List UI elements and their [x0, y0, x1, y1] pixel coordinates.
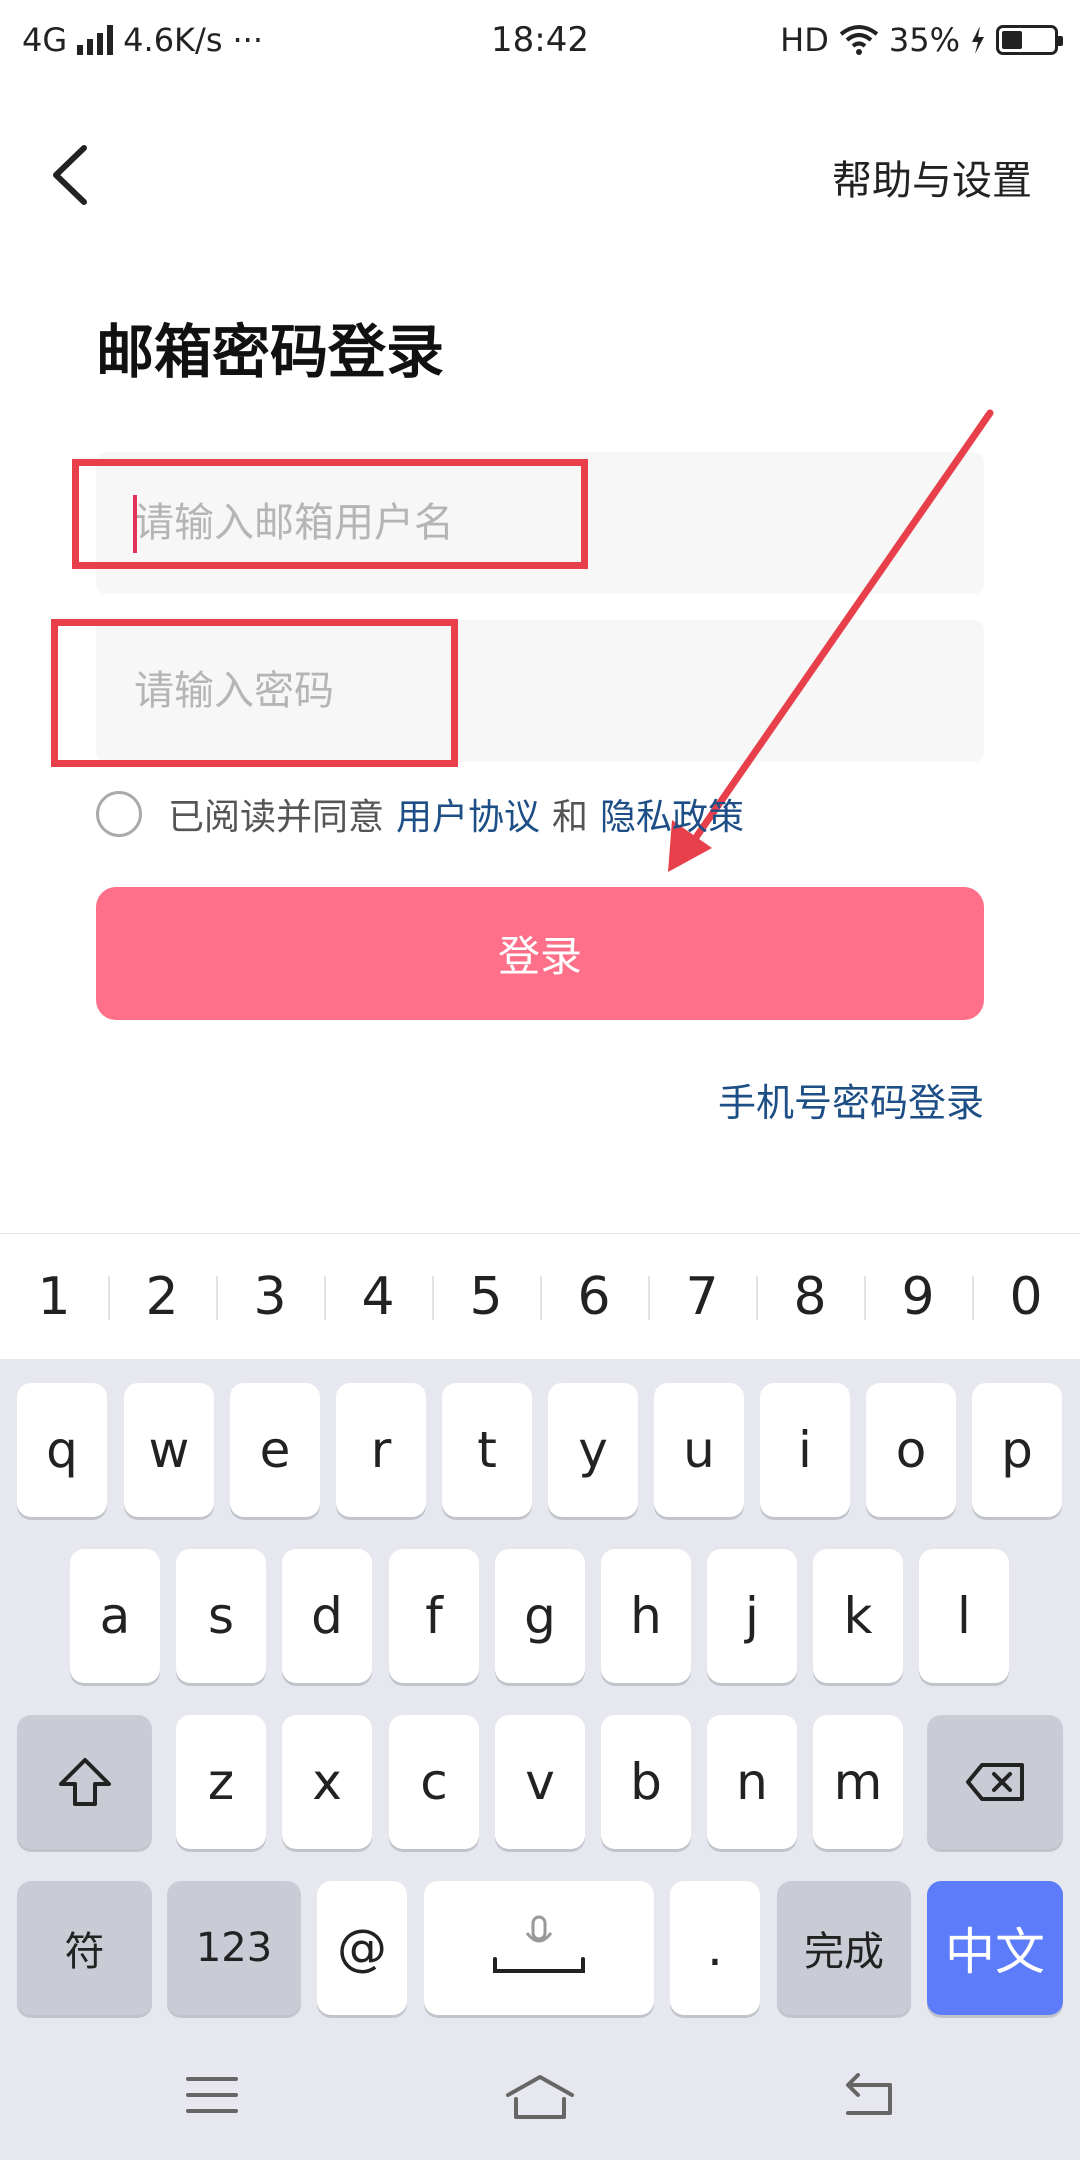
email-input[interactable] — [134, 500, 984, 546]
password-field-container[interactable] — [96, 620, 984, 762]
key-7[interactable]: 7 — [648, 1234, 756, 1359]
page-title: 邮箱密码登录 — [96, 318, 445, 386]
numbers-key[interactable]: 123 — [167, 1881, 301, 2015]
key-6[interactable]: 6 — [540, 1234, 648, 1359]
home-icon[interactable] — [504, 2073, 576, 2121]
key-y[interactable]: y — [548, 1383, 638, 1517]
key-3[interactable]: 3 — [216, 1234, 324, 1359]
key-p[interactable]: p — [972, 1383, 1062, 1517]
phone-password-login-link[interactable]: 手机号密码登录 — [718, 1072, 984, 1127]
network-speed: 4.6K/s — [123, 21, 223, 59]
key-q[interactable]: q — [17, 1383, 107, 1517]
at-key[interactable]: @ — [317, 1881, 407, 2015]
key-5[interactable]: 5 — [432, 1234, 540, 1359]
help-settings-link[interactable]: 帮助与设置 — [832, 148, 1032, 206]
menu-icon[interactable] — [184, 2073, 240, 2117]
symbols-key[interactable]: 符 — [17, 1881, 152, 2015]
signal-icon — [77, 25, 114, 55]
email-field-container[interactable] — [96, 452, 984, 594]
key-b[interactable]: b — [601, 1715, 691, 1849]
battery-percent: 35% — [888, 21, 960, 59]
key-j[interactable]: j — [707, 1549, 797, 1683]
wifi-icon — [839, 25, 879, 55]
key-o[interactable]: o — [866, 1383, 956, 1517]
space-key[interactable] — [424, 1881, 654, 2015]
key-u[interactable]: u — [654, 1383, 744, 1517]
key-2[interactable]: 2 — [108, 1234, 216, 1359]
key-i[interactable]: i — [760, 1383, 850, 1517]
key-c[interactable]: c — [389, 1715, 479, 1849]
key-a[interactable]: a — [70, 1549, 160, 1683]
login-button[interactable]: 登录 — [96, 887, 984, 1020]
key-s[interactable]: s — [176, 1549, 266, 1683]
shift-key[interactable] — [17, 1715, 152, 1849]
key-0[interactable]: 0 — [972, 1234, 1080, 1359]
key-9[interactable]: 9 — [864, 1234, 972, 1359]
agreement-checkbox[interactable] — [96, 791, 142, 837]
key-g[interactable]: g — [495, 1549, 585, 1683]
battery-icon — [996, 25, 1063, 55]
chevron-left-icon[interactable] — [44, 140, 104, 210]
key-r[interactable]: r — [336, 1383, 426, 1517]
key-f[interactable]: f — [389, 1549, 479, 1683]
status-bar: 4G 4.6K/s ··· 18:42 HD 35% — [0, 0, 1080, 80]
charging-icon — [972, 26, 984, 54]
letter-keys-area: q w e r t y u i o p a s d f g h j k l z … — [0, 1359, 1080, 2033]
key-h[interactable]: h — [601, 1549, 691, 1683]
agreement-prefix: 已阅读并同意 — [168, 797, 385, 838]
key-8[interactable]: 8 — [756, 1234, 864, 1359]
shift-icon — [58, 1758, 111, 1806]
key-w[interactable]: w — [124, 1383, 214, 1517]
key-v[interactable]: v — [495, 1715, 585, 1849]
hd-indicator: HD — [780, 21, 829, 59]
key-d[interactable]: d — [282, 1549, 372, 1683]
text-caret — [133, 495, 137, 553]
backspace-icon — [966, 1763, 1024, 1801]
key-l[interactable]: l — [919, 1549, 1009, 1683]
key-e[interactable]: e — [230, 1383, 320, 1517]
password-input[interactable] — [134, 668, 984, 714]
more-dots: ··· — [232, 21, 263, 59]
user-agreement-link[interactable]: 用户协议 — [396, 788, 540, 840]
key-x[interactable]: x — [282, 1715, 372, 1849]
key-m[interactable]: m — [813, 1715, 903, 1849]
key-n[interactable]: n — [707, 1715, 797, 1849]
network-type: 4G — [22, 21, 68, 59]
soft-keyboard: 1 2 3 4 5 6 7 8 9 0 q w e r t y u i o p … — [0, 1233, 1080, 2160]
key-z[interactable]: z — [176, 1715, 266, 1849]
language-key[interactable]: 中文 — [927, 1881, 1063, 2015]
key-k[interactable]: k — [813, 1549, 903, 1683]
number-row: 1 2 3 4 5 6 7 8 9 0 — [0, 1233, 1080, 1359]
privacy-policy-link[interactable]: 隐私政策 — [600, 788, 744, 840]
period-key[interactable]: . — [670, 1881, 760, 2015]
back-nav-icon[interactable] — [840, 2073, 896, 2117]
backspace-key[interactable] — [927, 1715, 1063, 1849]
key-4[interactable]: 4 — [324, 1234, 432, 1359]
navigation-bar — [0, 2033, 1080, 2160]
done-key[interactable]: 完成 — [777, 1881, 911, 2015]
microphone-icon — [493, 1915, 585, 1973]
agreement-row: 已阅读并同意 用户协议 和 隐私政策 — [96, 788, 750, 840]
key-1[interactable]: 1 — [0, 1234, 108, 1359]
key-t[interactable]: t — [442, 1383, 532, 1517]
agreement-and: 和 — [552, 797, 589, 838]
